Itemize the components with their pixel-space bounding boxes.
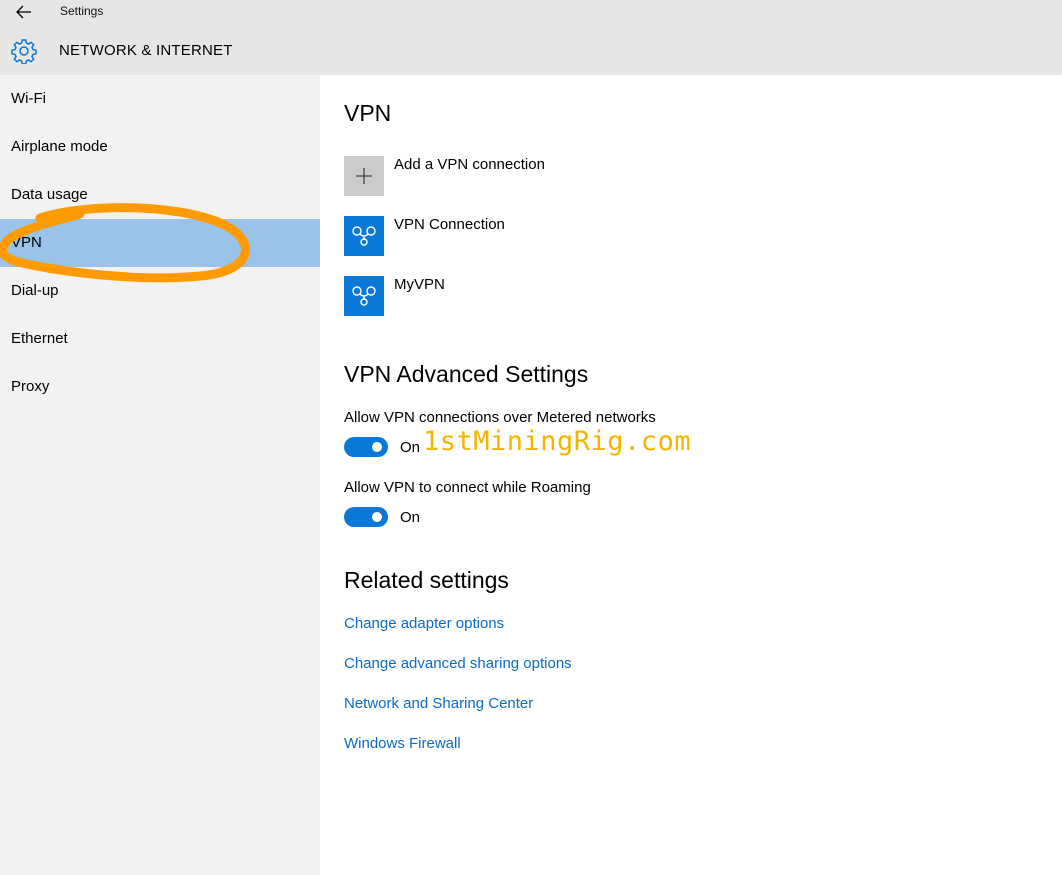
sidebar-item-proxy[interactable]: Proxy — [0, 363, 320, 411]
vpn-connection-label: VPN Connection — [394, 216, 505, 233]
link-windows-firewall[interactable]: Windows Firewall — [344, 735, 461, 752]
back-arrow-icon — [16, 5, 31, 19]
sidebar-item-dial-up[interactable]: Dial-up — [0, 267, 320, 315]
add-tile — [344, 156, 384, 196]
sidebar-item-vpn[interactable]: VPN — [0, 219, 320, 267]
link-change-advanced-sharing[interactable]: Change advanced sharing options — [344, 655, 572, 672]
page-title: NETWORK & INTERNET — [59, 42, 233, 59]
back-button[interactable] — [12, 2, 36, 22]
link-change-adapter-options[interactable]: Change adapter options — [344, 615, 504, 632]
roaming-toggle-state: On — [400, 509, 421, 526]
sidebar-item-ethernet[interactable]: Ethernet — [0, 315, 320, 363]
vpn-icon — [352, 226, 376, 246]
sidebar-item-wifi[interactable]: Wi-Fi — [0, 75, 320, 123]
app-title: Settings — [60, 4, 104, 18]
vpn-connection-item[interactable]: MyVPN — [344, 276, 844, 316]
metered-toggle-state: On — [400, 439, 421, 456]
link-network-sharing-center[interactable]: Network and Sharing Center — [344, 695, 533, 712]
sidebar: Wi-Fi Airplane mode Data usage VPN Dial-… — [0, 75, 320, 875]
sidebar-item-airplane-mode[interactable]: Airplane mode — [0, 123, 320, 171]
vpn-connection-label: MyVPN — [394, 276, 445, 293]
page-header: NETWORK & INTERNET — [0, 24, 1062, 75]
vpn-connection-item[interactable]: VPN Connection — [344, 216, 844, 256]
roaming-toggle[interactable] — [344, 507, 388, 527]
title-bar: Settings — [0, 0, 1062, 24]
toggle-knob — [372, 512, 382, 522]
advanced-heading: VPN Advanced Settings — [344, 361, 589, 387]
sidebar-item-data-usage[interactable]: Data usage — [0, 171, 320, 219]
watermark: 1stMiningRig.com — [423, 426, 692, 457]
vpn-heading: VPN — [344, 100, 392, 126]
roaming-option-label: Allow VPN to connect while Roaming — [344, 479, 591, 496]
vpn-icon — [352, 286, 376, 306]
vpn-tile — [344, 276, 384, 316]
toggle-knob — [372, 442, 382, 452]
metered-option-label: Allow VPN connections over Metered netwo… — [344, 409, 656, 426]
related-heading: Related settings — [344, 567, 509, 593]
gear-icon — [11, 39, 37, 64]
vpn-tile — [344, 216, 384, 256]
add-vpn-button[interactable]: Add a VPN connection — [344, 156, 844, 196]
add-vpn-label: Add a VPN connection — [394, 156, 545, 173]
plus-icon — [356, 168, 372, 184]
metered-toggle[interactable] — [344, 437, 388, 457]
